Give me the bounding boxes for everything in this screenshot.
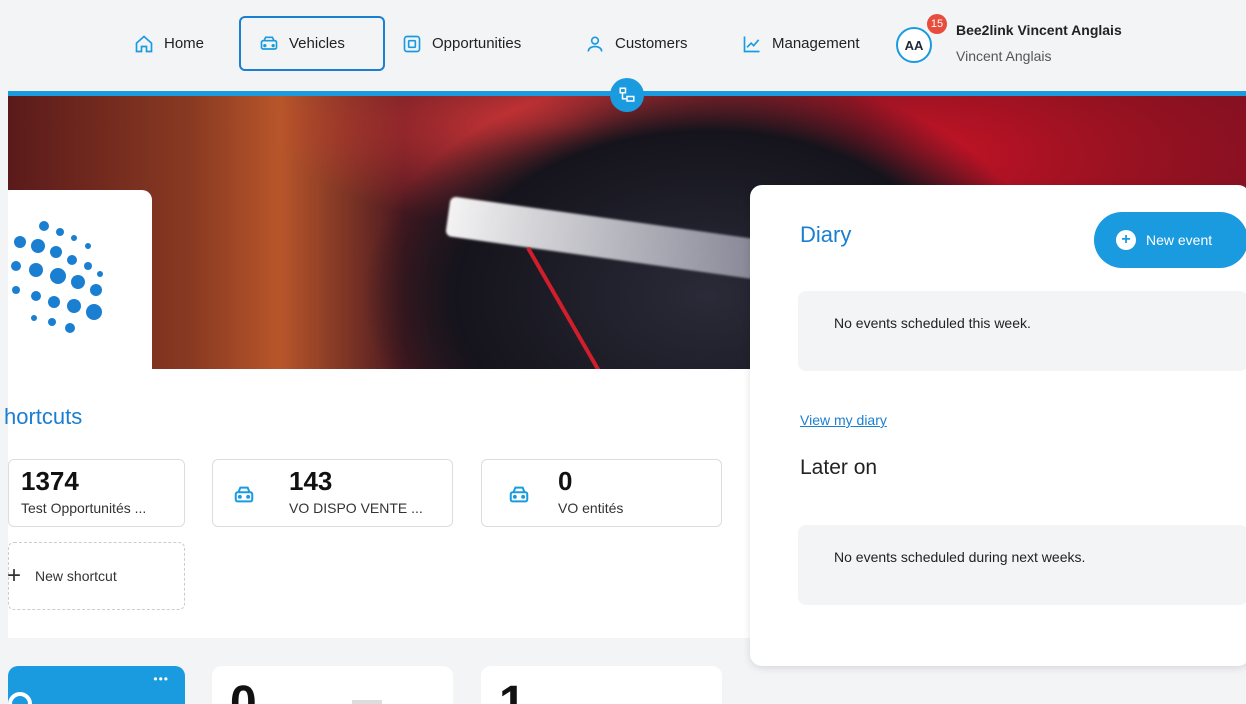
widget-value: 1 [499, 677, 526, 704]
user-name[interactable]: Bee2link Vincent Anglais [956, 22, 1122, 38]
car-icon [509, 486, 529, 503]
shortcut-count: 143 [289, 466, 333, 496]
diary-panel: Diary + New event No events scheduled th… [750, 185, 1246, 666]
plus-circle-icon: + [1116, 230, 1136, 250]
avatar[interactable]: AA [896, 27, 932, 63]
nav-vehicles[interactable]: Vehicles [239, 16, 385, 71]
nav-customers-label: Customers [615, 35, 688, 52]
later-on-title: Later on [800, 456, 878, 479]
car-icon [260, 36, 278, 50]
new-shortcut-label: New shortcut [35, 568, 117, 584]
nav-home-label: Home [164, 35, 205, 52]
shortcut-label: VO DISPO VENTE ... [289, 500, 423, 516]
car-icon [234, 486, 254, 503]
events-later: No events scheduled during next weeks. [798, 525, 1246, 605]
widget-chart-bar [352, 700, 382, 704]
empty-week-message: No events scheduled this week. [834, 315, 1031, 331]
shortcut-card[interactable]: 143 VO DISPO VENTE ... [212, 459, 453, 527]
new-event-label: New event [1146, 232, 1213, 248]
nav-customers[interactable]: Customers [585, 16, 688, 71]
widget-icon [8, 692, 32, 704]
nav-opportunities[interactable]: Opportunities [402, 16, 521, 71]
nav-management-label: Management [772, 35, 860, 52]
widget-card[interactable]: 0 [212, 666, 453, 704]
nav-vehicles-label: Vehicles [289, 35, 345, 52]
home-icon [135, 34, 153, 52]
opportunities-icon [403, 35, 421, 52]
notification-badge[interactable]: 15 [927, 14, 947, 34]
nav-opportunities-label: Opportunities [432, 35, 522, 52]
events-this-week: No events scheduled this week. [798, 291, 1246, 371]
new-event-button[interactable]: + New event [1094, 212, 1246, 268]
shortcut-card[interactable]: 0 VO entités [481, 459, 722, 527]
more-options-icon[interactable]: ••• [153, 672, 169, 686]
user-subtitle: Vincent Anglais [956, 48, 1052, 64]
shortcut-count: 1374 [21, 466, 79, 496]
user-icon [587, 36, 603, 52]
chart-icon [743, 36, 760, 52]
new-shortcut-button[interactable]: + New shortcut [7, 542, 185, 610]
network-icon [619, 87, 635, 102]
company-logo-card [8, 190, 152, 369]
shortcut-card[interactable]: 1374 Test Opportunités ... [8, 459, 185, 527]
nav-home[interactable]: Home [134, 16, 204, 71]
shortcut-label: Test Opportunités ... [21, 500, 147, 516]
plus-icon: + [7, 562, 22, 589]
switch-context-button[interactable] [610, 78, 644, 112]
widget-card[interactable]: 1 [481, 666, 722, 704]
shortcuts-title: hortcuts [4, 404, 83, 429]
company-logo [11, 221, 103, 333]
diary-title: Diary [800, 222, 852, 247]
widget-value: 0 [230, 677, 257, 704]
shortcut-count: 0 [558, 466, 573, 496]
empty-later-message: No events scheduled during next weeks. [834, 549, 1086, 565]
nav-management[interactable]: Management [742, 16, 860, 71]
widget-card[interactable]: ••• [8, 666, 185, 704]
shortcut-label: VO entités [558, 500, 624, 516]
view-diary-link[interactable]: View my diary [800, 412, 887, 428]
